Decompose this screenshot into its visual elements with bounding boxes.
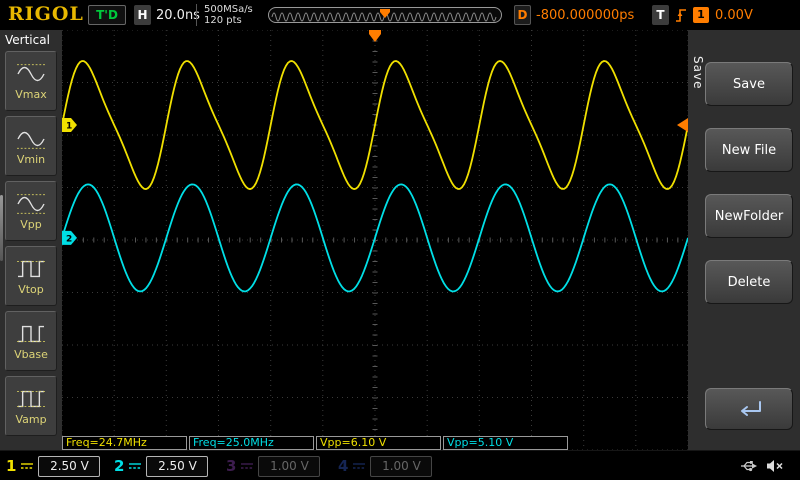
measurement-readout: Freq=24.7MHz bbox=[62, 436, 187, 450]
channel-3-status[interactable]: 3 1.00 V bbox=[226, 454, 321, 478]
vpp-icon bbox=[17, 194, 45, 214]
channel-1-status[interactable]: 1 2.50 V bbox=[6, 454, 101, 478]
delay-group: D -800.000000ps bbox=[514, 5, 634, 25]
left-menu-item-label: Vpp bbox=[20, 218, 42, 231]
vbase-icon bbox=[17, 325, 45, 343]
svg-text:2: 2 bbox=[66, 234, 72, 244]
memory-depth-readout: 120 pts bbox=[204, 15, 242, 26]
left-menu-title: Vertical bbox=[5, 33, 50, 47]
vmin-icon bbox=[17, 131, 45, 149]
left-menu-item-label: Vmin bbox=[16, 153, 46, 166]
coupling-dc-icon bbox=[353, 463, 366, 469]
rigol-logo: RIGOL bbox=[8, 3, 84, 25]
new-file-button[interactable]: New File bbox=[705, 128, 793, 172]
channel-scale: 2.50 V bbox=[38, 455, 101, 477]
left-menu-items: Vmax Vmin Vpp Vtop Vbase Vamp bbox=[0, 49, 62, 436]
trigger-label: T bbox=[652, 5, 669, 25]
top-bar: RIGOL T'D H 20.0ns 500MSa/s 120 pts D -8… bbox=[0, 0, 800, 30]
speaker-mute-icon[interactable] bbox=[766, 459, 784, 473]
channel-scale: 2.50 V bbox=[146, 455, 209, 477]
menu-scroll-indicator[interactable] bbox=[0, 195, 3, 261]
menu-tab-save: Save bbox=[691, 56, 705, 90]
left-menu-item-label: Vtop bbox=[18, 283, 44, 296]
waveform-display: 12 Freq=24.7MHz Freq=25.0MHz Vpp=6.10 V Vpp… bbox=[62, 30, 688, 450]
left-menu-item-vpp[interactable]: Vpp bbox=[5, 181, 57, 241]
delete-button[interactable]: Delete bbox=[705, 260, 793, 304]
trigger-position-bar bbox=[268, 7, 502, 23]
vtop-icon bbox=[17, 260, 45, 278]
channel-number: 2 bbox=[114, 457, 125, 475]
return-button[interactable] bbox=[705, 388, 793, 430]
horizontal-group: H 20.0ns bbox=[134, 5, 200, 25]
left-menu-item-vtop[interactable]: Vtop bbox=[5, 246, 57, 306]
measurement-readout: Vpp=6.10 V bbox=[316, 436, 441, 450]
channel-2-status[interactable]: 2 2.50 V bbox=[114, 454, 209, 478]
channel-number: 1 bbox=[6, 457, 17, 475]
measurement-readout: Freq=25.0MHz bbox=[189, 436, 314, 450]
save-button[interactable]: Save bbox=[705, 62, 793, 106]
channel-status-bar: 1 2.50 V 2 2.50 V 3 1.00 V 4 1.00 V bbox=[0, 450, 800, 480]
left-menu-panel: Vertical Vmax Vmin Vpp Vtop Vbase Vamp bbox=[0, 30, 62, 450]
left-menu-item-label: Vmax bbox=[15, 88, 47, 101]
timebase-readout: 20.0ns bbox=[156, 7, 200, 23]
delay-readout: -800.000000ps bbox=[536, 7, 635, 23]
coupling-dc-icon bbox=[241, 463, 254, 469]
left-menu-item-vbase[interactable]: Vbase bbox=[5, 311, 57, 371]
measurement-readout: Vpp=5.10 V bbox=[443, 436, 568, 450]
trigger-position-marker bbox=[369, 30, 381, 34]
left-menu-item-label: Vamp bbox=[15, 413, 47, 426]
horizontal-label: H bbox=[134, 5, 151, 25]
trigger-status-badge: T'D bbox=[88, 5, 126, 25]
channel-number: 4 bbox=[338, 457, 349, 475]
coupling-dc-icon bbox=[129, 463, 142, 469]
acquisition-info: 500MSa/s 120 pts bbox=[196, 4, 253, 26]
graticule-svg: 12 bbox=[62, 30, 688, 450]
trigger-level-marker bbox=[677, 118, 688, 133]
vmax-icon bbox=[17, 64, 45, 82]
svg-text:1: 1 bbox=[66, 122, 72, 132]
channel-scale: 1.00 V bbox=[258, 455, 321, 477]
right-menu-panel: Save Save New File NewFolder Delete bbox=[688, 30, 800, 450]
vamp-icon bbox=[17, 390, 45, 408]
channel-4-status[interactable]: 4 1.00 V bbox=[338, 454, 433, 478]
left-menu-item-vamp[interactable]: Vamp bbox=[5, 376, 57, 436]
trigger-source-badge: 1 bbox=[693, 7, 709, 23]
channel-scale: 1.00 V bbox=[370, 455, 433, 477]
new-folder-button[interactable]: NewFolder bbox=[705, 194, 793, 238]
delay-label: D bbox=[514, 5, 531, 25]
measurement-row: Freq=24.7MHz Freq=25.0MHz Vpp=6.10 V Vpp=5.… bbox=[62, 436, 568, 450]
left-menu-item-vmin[interactable]: Vmin bbox=[5, 116, 57, 176]
coupling-dc-icon bbox=[21, 463, 34, 469]
channel-number: 3 bbox=[226, 457, 237, 475]
sample-rate-readout: 500MSa/s bbox=[204, 4, 253, 15]
trigger-slope-icon bbox=[676, 9, 686, 22]
trigger-group: T 1 0.00V bbox=[652, 5, 753, 25]
return-arrow-icon bbox=[741, 401, 761, 416]
usb-icon bbox=[741, 461, 757, 472]
left-menu-item-vmax[interactable]: Vmax bbox=[5, 51, 57, 111]
trigger-level-readout: 0.00V bbox=[715, 7, 753, 23]
trigger-position-svg bbox=[271, 9, 497, 22]
left-menu-item-label: Vbase bbox=[14, 348, 48, 361]
